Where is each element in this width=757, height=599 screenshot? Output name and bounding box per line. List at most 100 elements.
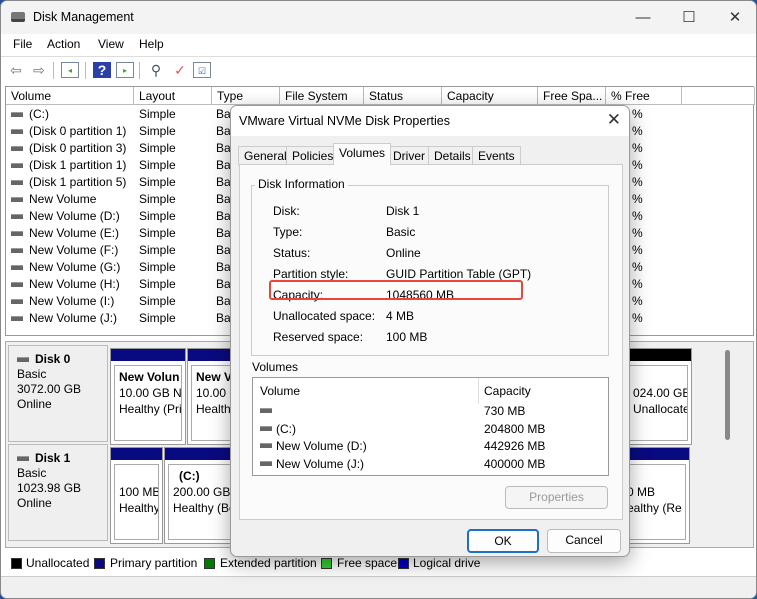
table-cell: % (632, 141, 643, 155)
volume-icon (11, 197, 23, 203)
minimize-button[interactable]: — (620, 1, 666, 34)
volume-icon (11, 163, 23, 169)
column-volume[interactable]: Volume (6, 87, 134, 105)
table-cell: % (632, 192, 643, 206)
cancel-button[interactable]: Cancel (547, 529, 621, 553)
legend-label: Unallocated (26, 556, 90, 570)
column-status[interactable]: Status (364, 87, 442, 105)
table-cell: Simple (139, 141, 176, 155)
info-label: Disk: (273, 204, 300, 218)
table-cell: Simple (139, 294, 176, 308)
properties-icon[interactable]: ✓ (171, 62, 189, 78)
cell: % (632, 277, 643, 291)
tab-events[interactable]: Events (472, 146, 521, 165)
menu-action[interactable]: Action (47, 37, 80, 51)
cell: Ba (216, 294, 231, 308)
cell: % (632, 124, 643, 138)
volume-capacity: 400000 MB (484, 456, 546, 471)
cell: Ba (216, 141, 231, 155)
cell: Ba (216, 260, 231, 274)
cell: Ba (216, 192, 231, 206)
volume-icon (11, 214, 23, 220)
maximize-button[interactable]: ☐ (666, 1, 712, 34)
cell: Simple (139, 158, 176, 172)
table-cell: (Disk 1 partition 5) (11, 175, 126, 189)
cell: (Disk 0 partition 3) (29, 141, 127, 155)
volume-row[interactable]: (C:) 204800 MB (253, 421, 608, 438)
partition-block[interactable]: 100 MB Healthy (110, 447, 163, 544)
table-cell: % (632, 209, 643, 223)
volume-icon (11, 299, 23, 305)
properties-button[interactable]: Properties (505, 486, 608, 509)
table-cell: Ba (216, 124, 231, 138)
menu-view[interactable]: View (98, 37, 124, 51)
disk-0-label[interactable]: Disk 0 Basic 3072.00 GB Online (8, 345, 108, 442)
disk-1-label[interactable]: Disk 1 Basic 1023.98 GB Online (8, 444, 108, 541)
disk-properties-dialog: VMware Virtual NVMe Disk Properties ✕ Ge… (230, 105, 630, 557)
cell: Simple (139, 209, 176, 223)
help-icon[interactable]: ? (93, 62, 111, 78)
column-type[interactable]: Type (212, 87, 280, 105)
tab-driver[interactable]: Driver (387, 146, 431, 165)
volume-icon (11, 265, 23, 271)
tab-general[interactable]: General (238, 146, 293, 165)
legend-label: Extended partition (220, 556, 317, 570)
back-icon[interactable]: ⇦ (7, 62, 25, 78)
partition-block[interactable]: New Volun10.00 GB NTHealthy (Pri (110, 348, 186, 445)
table-cell: Ba (216, 107, 231, 121)
checklist-icon[interactable]: ☑ (193, 62, 211, 78)
cell: % (632, 226, 643, 240)
table-cell: Ba (216, 226, 231, 240)
volume-row[interactable]: New Volume (D:) 442926 MB (253, 438, 608, 455)
table-cell: Ba (216, 141, 231, 155)
column-empty (682, 87, 755, 105)
cell: (C:) (29, 107, 49, 121)
column-capacity[interactable]: Capacity (442, 87, 538, 105)
volume-name: New Volume (D:) (276, 439, 367, 453)
cell: New Volume (29, 192, 97, 206)
ok-button[interactable]: OK (467, 529, 539, 553)
disk-name: Disk 0 (35, 352, 71, 366)
connect-disk-icon[interactable]: ⚲ (147, 62, 165, 78)
legend-swatch-logical (398, 558, 409, 569)
cell: (Disk 1 partition 5) (29, 175, 127, 189)
close-button[interactable]: ✕ (712, 1, 756, 34)
table-cell: Simple (139, 226, 176, 240)
disk-size: 1023.98 GB (17, 481, 82, 495)
forward-icon[interactable]: ⇨ (30, 62, 48, 78)
column-percent-free[interactable]: % Free (606, 87, 682, 105)
table-cell: Simple (139, 175, 176, 189)
menu-help[interactable]: Help (139, 37, 164, 51)
cell: Ba (216, 226, 231, 240)
tab-volumes[interactable]: Volumes (333, 143, 392, 165)
column-layout[interactable]: Layout (134, 87, 212, 105)
show-hide-action-pane-icon[interactable]: ▸ (116, 62, 134, 78)
table-cell: Simple (139, 243, 176, 257)
table-cell: Ba (216, 243, 231, 257)
volumes-list[interactable]: Volume Capacity 730 MB (C:) 204800 MB New V… (252, 377, 609, 476)
table-cell: (C:) (11, 107, 49, 121)
show-hide-console-tree-icon[interactable]: ◂ (61, 62, 79, 78)
menu-file[interactable]: File (13, 37, 32, 51)
cell: Simple (139, 294, 176, 308)
table-cell: % (632, 260, 643, 274)
scrollbar[interactable] (725, 350, 730, 440)
tab-details[interactable]: Details (428, 146, 477, 165)
tab-policies[interactable]: Policies (286, 146, 340, 165)
legend-swatch-free (321, 558, 332, 569)
volume-icon (11, 248, 23, 254)
volume-row[interactable]: 730 MB (253, 403, 608, 420)
volume-row[interactable]: New Volume (J:) 400000 MB (253, 456, 608, 473)
column-file-system[interactable]: File System (280, 87, 364, 105)
table-cell: Simple (139, 260, 176, 274)
cell: Simple (139, 175, 176, 189)
dialog-title-bar: VMware Virtual NVMe Disk Properties ✕ (231, 106, 629, 136)
cell: Ba (216, 277, 231, 291)
cell: New Volume (G:) (29, 260, 121, 274)
legend-label: Logical drive (413, 556, 481, 570)
dialog-close-button[interactable]: ✕ (607, 110, 621, 130)
info-value: Online (386, 246, 421, 260)
cell: Simple (139, 107, 176, 121)
table-cell: New Volume (J:) (11, 311, 117, 325)
column-free-space[interactable]: Free Spa... (538, 87, 606, 105)
